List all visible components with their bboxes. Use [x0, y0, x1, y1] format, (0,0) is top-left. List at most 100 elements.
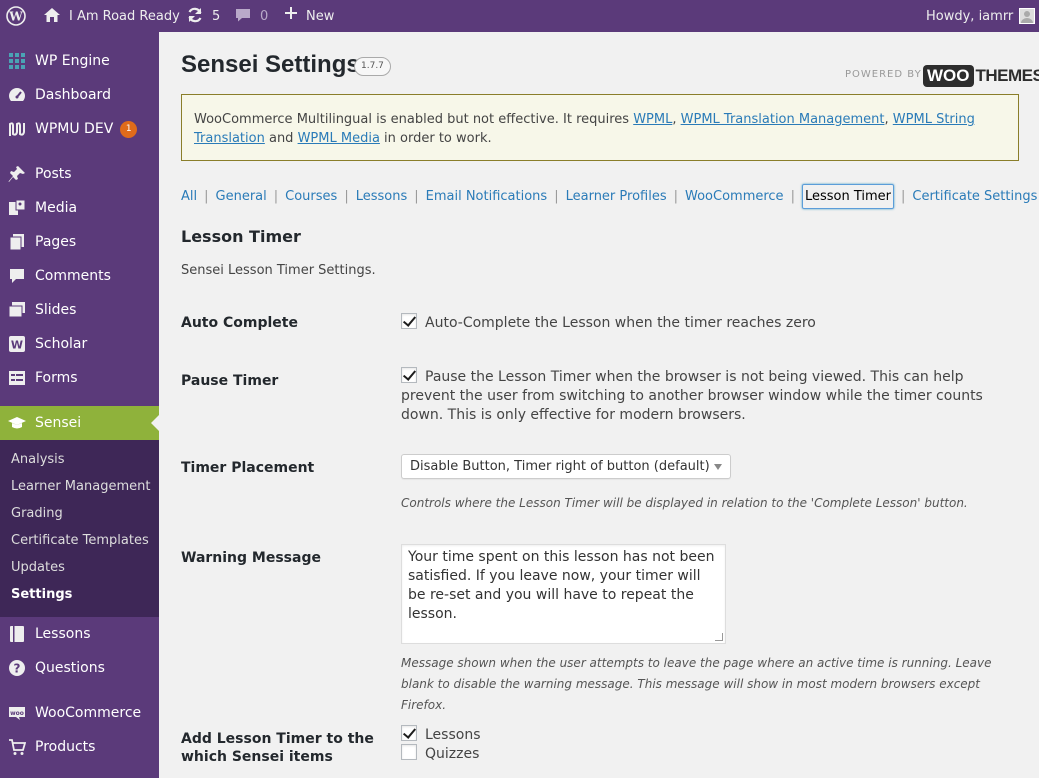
tab-lesson-timer[interactable]: Lesson Timer	[801, 183, 894, 209]
sidebar-item-scholar[interactable]: W Scholar	[0, 327, 159, 361]
admin-sidebar: WP Engine Dashboard WPMU DEV 1 Posts Med…	[0, 32, 159, 778]
pause-timer-field: Pause the Lesson Timer when the browser …	[401, 367, 983, 423]
quizzes-checkbox[interactable]	[401, 744, 417, 760]
powered-by-label: POWERED BY	[845, 69, 922, 80]
plus-icon	[284, 6, 300, 26]
tab-all[interactable]: All	[181, 189, 197, 204]
new-content-link[interactable]: New	[284, 0, 334, 32]
sidebar-item-forms[interactable]: Forms	[0, 361, 159, 395]
add-timer-label: Add Lesson Timer to the which Sensei ite…	[181, 731, 374, 765]
admin-bar: W I Am Road Ready 5 0 New Howdy, iamrr	[0, 0, 1039, 32]
home-icon	[43, 6, 63, 26]
pages-icon	[7, 232, 27, 252]
auto-complete-checkbox[interactable]	[401, 313, 417, 329]
tab-separator: |	[673, 188, 678, 204]
sidebar-item-lessons[interactable]: Lessons	[0, 617, 159, 651]
cart-icon	[7, 737, 27, 757]
wpmudev-icon	[7, 119, 27, 139]
sidebar-item-dashboard[interactable]: Dashboard	[0, 78, 159, 112]
update-count-badge: 1	[120, 120, 138, 138]
sidebar-item-posts[interactable]: Posts	[0, 157, 159, 191]
media-icon	[7, 198, 27, 218]
warning-message-help: Message shown when the user attempts to …	[401, 656, 992, 712]
woo-icon: woo	[7, 703, 27, 723]
tab-email-notifications[interactable]: Email Notifications	[426, 189, 548, 204]
tab-courses[interactable]: Courses	[285, 189, 337, 204]
sidebar-item-sensei[interactable]: Sensei	[0, 406, 159, 440]
my-account-link[interactable]: Howdy, iamrr	[926, 0, 1036, 32]
resize-handle-icon[interactable]	[715, 633, 723, 641]
wpml-media-link[interactable]: WPML Media	[298, 131, 380, 146]
avatar	[1019, 8, 1036, 24]
pause-timer-label: Pause Timer	[181, 373, 279, 389]
lessons-checkbox[interactable]	[401, 725, 417, 741]
tab-certificate-settings[interactable]: Certificate Settings	[912, 189, 1037, 204]
sidebar-item-wpmu-dev[interactable]: WPMU DEV 1	[0, 112, 159, 146]
sidebar-item-slides[interactable]: Slides	[0, 293, 159, 327]
wpml-link[interactable]: WPML	[633, 112, 672, 127]
sidebar-item-wp-engine[interactable]: WP Engine	[0, 44, 159, 78]
tab-separator: |	[414, 188, 419, 204]
svg-text:W: W	[8, 10, 23, 24]
submenu-item-certificate-templates[interactable]: Certificate Templates	[11, 533, 149, 548]
auto-complete-field: Auto-Complete the Lesson when the timer …	[401, 313, 1021, 333]
scholar-icon: W	[7, 334, 27, 354]
page-title: Sensei Settings	[181, 51, 360, 78]
section-description: Sensei Lesson Timer Settings.	[181, 263, 376, 278]
graduation-cap-icon	[7, 413, 27, 433]
timer-placement-label: Timer Placement	[181, 460, 315, 476]
wcml-notice: WooCommerce Multilingual is enabled but …	[181, 94, 1019, 161]
tab-separator: |	[204, 188, 209, 204]
tab-learner-profiles[interactable]: Learner Profiles	[566, 189, 667, 204]
tab-separator: |	[901, 188, 906, 204]
submenu-item-analysis[interactable]: Analysis	[11, 452, 65, 467]
tab-woocommerce[interactable]: WooCommerce	[685, 189, 784, 204]
comment-bubble-icon	[234, 6, 254, 26]
timer-placement-help: Controls where the Lesson Timer will be …	[401, 496, 968, 510]
tab-separator: |	[344, 188, 349, 204]
updates-link[interactable]: 5	[186, 0, 220, 32]
pause-timer-checkbox[interactable]	[401, 367, 417, 383]
svg-text:woo: woo	[10, 710, 24, 717]
comment-icon	[7, 266, 27, 286]
sidebar-item-pages[interactable]: Pages	[0, 225, 159, 259]
sidebar-item-products[interactable]: Products	[0, 730, 159, 764]
main-content: Sensei Settings 1.7.7 POWERED BY WOO THEM…	[159, 32, 1039, 778]
wpml-translation-management-link[interactable]: WPML Translation Management	[681, 112, 885, 127]
sidebar-item-woocommerce[interactable]: woo WooCommerce	[0, 696, 159, 730]
quizzes-option: Quizzes	[401, 744, 479, 764]
dashboard-icon	[7, 85, 27, 105]
submenu-item-updates[interactable]: Updates	[11, 560, 65, 575]
dropdown-arrow-icon	[714, 464, 722, 470]
lessons-option: Lessons	[401, 725, 481, 745]
comments-link[interactable]: 0	[234, 0, 268, 32]
book-icon	[7, 624, 27, 644]
version-badge: 1.7.7	[354, 57, 391, 76]
warning-message-label: Warning Message	[181, 550, 321, 566]
submenu-item-grading[interactable]: Grading	[11, 506, 63, 521]
question-icon: ?	[7, 658, 27, 678]
tab-general[interactable]: General	[216, 189, 267, 204]
sidebar-item-questions[interactable]: ? Questions	[0, 651, 159, 685]
timer-placement-select[interactable]: Disable Button, Timer right of button (d…	[401, 454, 731, 479]
grid-icon	[7, 51, 27, 71]
settings-tabs: All | General | Courses | Lessons | Email No…	[181, 182, 1037, 210]
sensei-submenu: Analysis Learner Management Grading Cert…	[0, 440, 159, 617]
tab-separator: |	[790, 188, 795, 204]
forms-icon	[7, 368, 27, 388]
sidebar-item-comments[interactable]: Comments	[0, 259, 159, 293]
svg-text:?: ?	[14, 662, 21, 676]
tab-separator: |	[554, 188, 559, 204]
svg-text:W: W	[11, 339, 23, 352]
tab-lessons[interactable]: Lessons	[356, 189, 408, 204]
wordpress-logo-icon[interactable]: W	[6, 0, 26, 32]
warning-message-textarea[interactable]: Your time spent on this lesson has not b…	[401, 544, 726, 644]
sidebar-item-media[interactable]: Media	[0, 191, 159, 225]
updates-icon	[186, 6, 206, 26]
tab-separator: |	[273, 188, 279, 204]
woothemes-logo[interactable]: WOO THEMES	[923, 65, 1039, 87]
submenu-item-settings[interactable]: Settings	[11, 587, 72, 602]
site-name-link[interactable]: I Am Road Ready	[43, 0, 180, 32]
submenu-item-learner-management[interactable]: Learner Management	[11, 479, 150, 494]
pin-icon	[7, 164, 27, 184]
